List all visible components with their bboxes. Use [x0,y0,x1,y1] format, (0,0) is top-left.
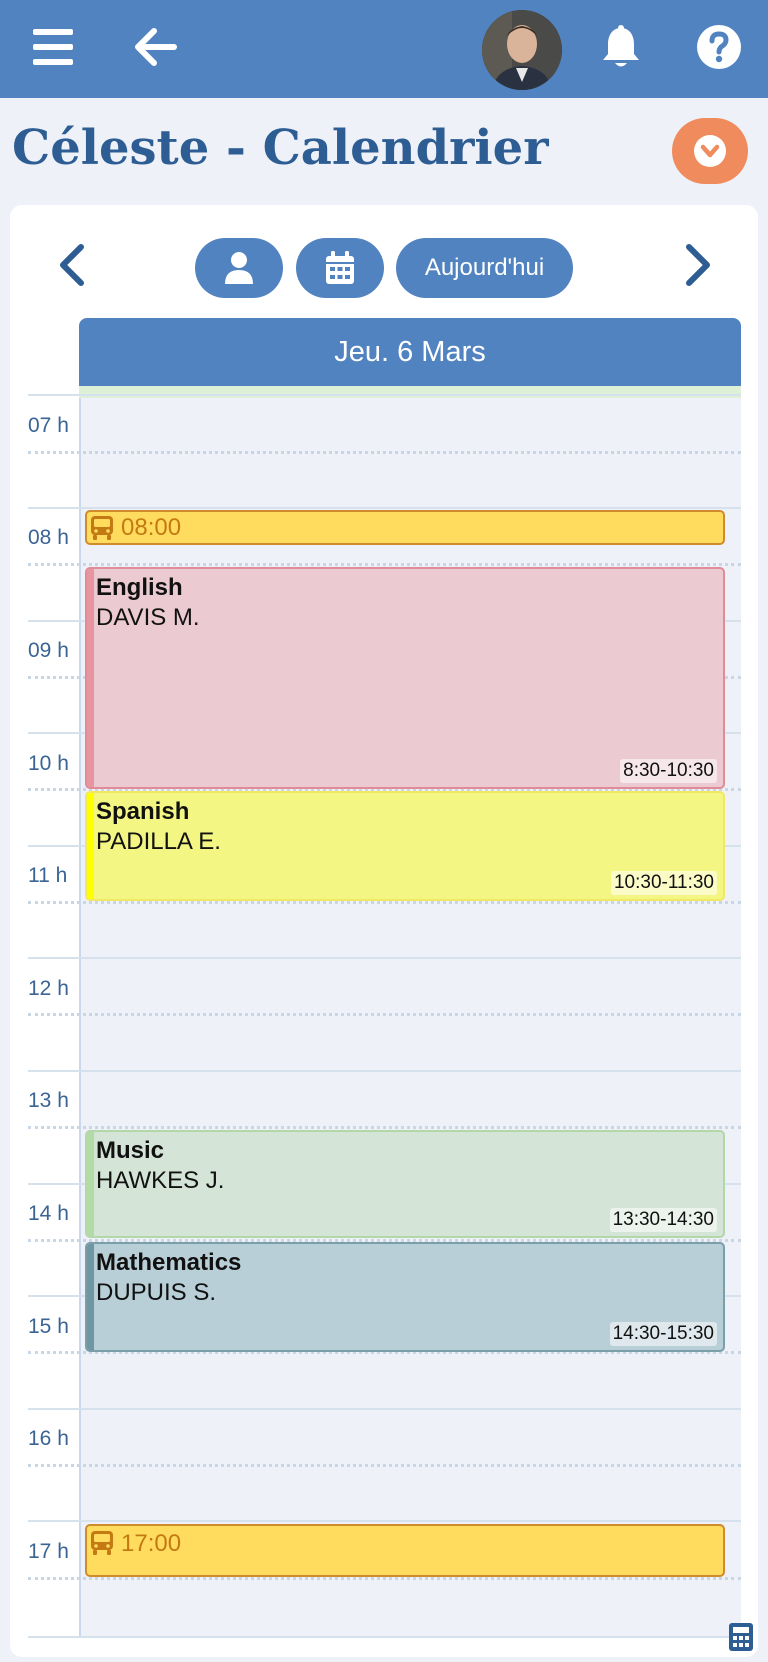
bus-time: 17:00 [121,1530,182,1557]
calculator-icon[interactable] [728,1622,754,1652]
lesson-time: 10:30-11:30 [610,871,717,895]
half-hour-line [28,1464,741,1467]
lesson-teacher: DAVIS M. [96,604,200,631]
lesson-teacher: HAWKES J. [96,1167,225,1194]
options-button[interactable] [672,118,748,184]
lesson-subject: Spanish [96,798,190,825]
half-hour-line [28,1577,741,1580]
lesson-color-bar [87,1244,94,1350]
page-title: Céleste - Calendrier [12,120,549,176]
hour-label: 17 h [28,1540,69,1563]
all-day-strip [79,386,741,398]
lesson-english[interactable]: English DAVIS M. 8:30-10:30 [85,567,725,789]
bus-time: 08:00 [121,513,182,541]
lesson-spanish[interactable]: Spanish PADILLA E. 10:30-11:30 [85,791,725,901]
lesson-subject: English [96,574,183,601]
chevron-left-icon [60,244,84,286]
hour-label: 16 h [28,1427,69,1450]
person-view-button[interactable] [195,238,283,298]
hour-line [28,1070,741,1072]
half-hour-line [28,451,741,454]
bus-icon [89,1530,115,1556]
today-button[interactable]: Aujourd'hui [396,238,573,298]
next-day-button[interactable] [678,240,718,290]
hour-label: 09 h [28,639,69,662]
half-hour-line [28,1126,741,1129]
hour-line [28,507,741,509]
hour-label: 15 h [28,1315,69,1338]
hour-line [28,394,741,396]
lesson-time: 13:30-14:30 [609,1208,717,1232]
hour-label: 14 h [28,1202,69,1225]
bell-icon[interactable] [596,20,646,74]
hour-line [28,1520,741,1522]
calendar-icon [326,251,354,284]
lesson-subject: Music [96,1137,165,1164]
lesson-time: 14:30-15:30 [609,1322,717,1346]
lesson-color-bar [87,793,94,899]
day-header: Jeu. 6 Mars [79,318,741,386]
lesson-mathematics[interactable]: Mathematics DUPUIS S. 14:30-15:30 [85,1242,725,1352]
lesson-time: 8:30-10:30 [620,759,717,783]
bus-icon [89,515,115,541]
half-hour-line [28,901,741,904]
previous-day-button[interactable] [52,240,92,290]
person-icon [225,252,253,284]
chevron-down-icon [694,135,726,167]
hour-label: 13 h [28,1089,69,1112]
hour-label: 08 h [28,526,69,549]
arrow-left-icon[interactable] [130,22,182,72]
hour-label: 11 h [28,864,68,887]
hour-label: 10 h [28,752,69,775]
lesson-color-bar [87,569,94,787]
lesson-music[interactable]: Music HAWKES J. 13:30-14:30 [85,1130,725,1238]
hour-label: 12 h [28,977,69,1000]
hour-line [28,1408,741,1410]
lesson-subject: Mathematics [96,1249,242,1276]
bus-event[interactable]: 17:00 [85,1524,725,1577]
half-hour-line [28,563,741,566]
avatar[interactable] [482,10,562,90]
chevron-right-icon [686,244,710,286]
calendar-view-button[interactable] [296,238,384,298]
hamburger-icon[interactable] [28,22,78,72]
question-icon[interactable] [696,24,742,70]
half-hour-line [28,1013,741,1016]
bus-event[interactable]: 08:00 [85,510,725,545]
lesson-teacher: DUPUIS S. [96,1279,217,1306]
lesson-teacher: PADILLA E. [96,828,221,855]
hour-label: 07 h [28,414,69,437]
lesson-color-bar [87,1132,94,1236]
hour-line [28,1636,741,1638]
hour-line [28,957,741,959]
top-bar [0,0,768,98]
